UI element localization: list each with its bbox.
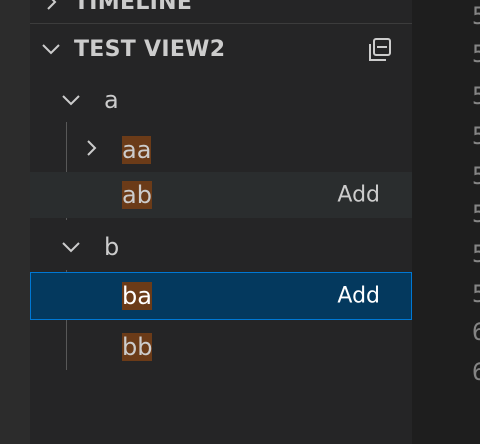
chevron-right-icon — [47, 0, 57, 10]
section-divider — [30, 23, 412, 24]
tree-item-a[interactable]: a — [30, 77, 412, 123]
tree-item-label: ab — [122, 181, 152, 209]
test-view2-section-header[interactable]: TEST VIEW2 — [30, 27, 412, 71]
chevron-right-icon — [87, 140, 97, 156]
chevron-down-icon — [42, 44, 60, 55]
add-action-button[interactable]: Add — [337, 183, 380, 208]
tree-item-b[interactable]: b — [30, 224, 412, 270]
line-number: 5 — [472, 200, 480, 228]
line-number: 5 — [472, 122, 480, 150]
activity-bar — [0, 0, 30, 444]
line-number: 6 — [472, 318, 480, 346]
line-number: 6 — [472, 358, 480, 386]
tree-item-label: ba — [122, 282, 152, 310]
tree-item-ab[interactable]: ab Add — [30, 172, 412, 218]
tree-item-label: aa — [122, 136, 152, 164]
editor-area — [412, 0, 480, 444]
test-view2-title: TEST VIEW2 — [74, 36, 226, 62]
line-number: 5 — [472, 40, 480, 68]
line-number: 5 — [472, 240, 480, 268]
tree-item-bb[interactable]: bb — [30, 324, 412, 370]
add-action-button[interactable]: Add — [337, 284, 380, 309]
tree-item-aa[interactable]: aa — [30, 127, 412, 173]
tree-item-ba[interactable]: ba Add — [30, 272, 412, 320]
line-number: 5 — [472, 82, 480, 110]
line-number: 5 — [472, 280, 480, 308]
collapse-all-icon[interactable] — [366, 36, 394, 64]
line-number: 5 — [472, 162, 480, 190]
chevron-down-icon — [62, 242, 80, 253]
line-number: 5 — [472, 2, 480, 30]
tree-item-label: a — [104, 86, 119, 114]
timeline-section-header[interactable]: TIMELINE — [30, 0, 412, 24]
chevron-down-icon — [62, 95, 80, 106]
timeline-title: TIMELINE — [74, 0, 193, 15]
tree-item-label: b — [104, 233, 120, 261]
tree-item-label: bb — [122, 333, 153, 361]
